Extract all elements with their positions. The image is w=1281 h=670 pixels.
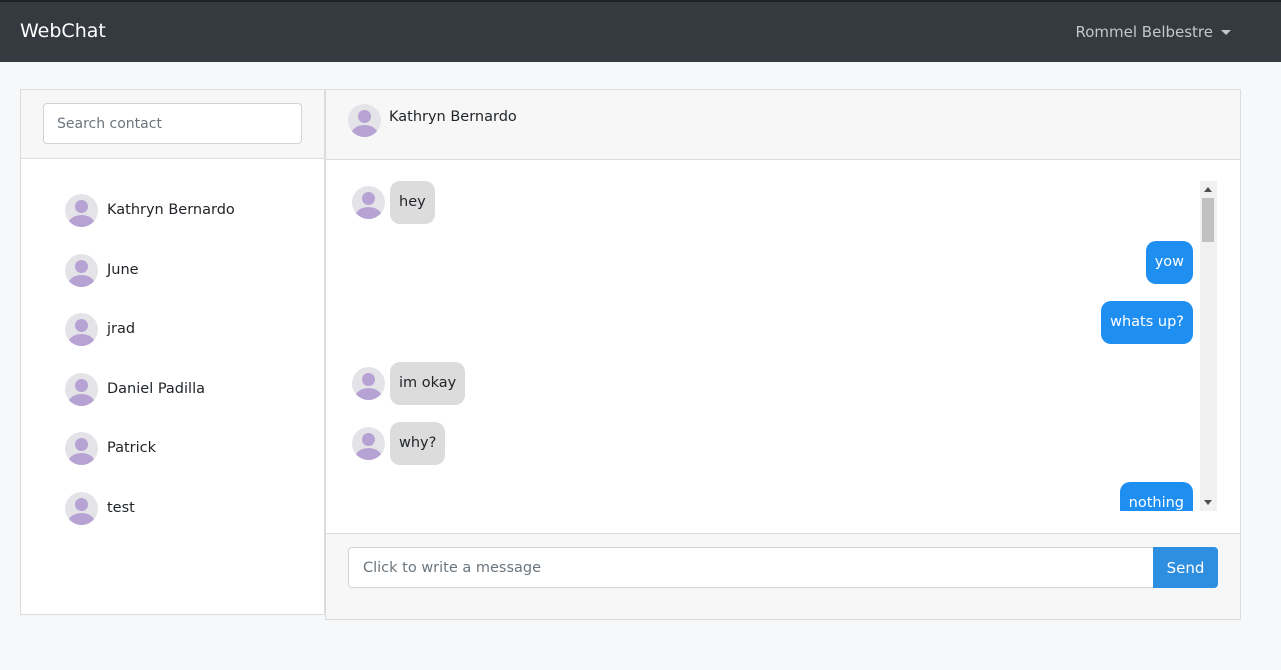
contact-item[interactable]: Patrick bbox=[65, 431, 156, 465]
contact-item[interactable]: test bbox=[65, 491, 135, 525]
message-bubble: hey bbox=[390, 181, 435, 224]
chat-header: Kathryn Bernardo bbox=[326, 90, 1240, 160]
contact-name: Patrick bbox=[107, 440, 157, 456]
message-incoming: why? bbox=[352, 422, 446, 465]
send-button[interactable]: Send bbox=[1153, 547, 1218, 588]
message-composer: Send bbox=[326, 533, 1240, 619]
message-bubble: im okay bbox=[390, 362, 466, 405]
user-avatar-icon bbox=[65, 253, 98, 287]
message-list: hey yow whats up? im okay why? nothing bbox=[348, 181, 1218, 511]
user-avatar-icon bbox=[65, 312, 98, 346]
message-incoming: im okay bbox=[352, 362, 466, 405]
user-menu-dropdown[interactable]: Rommel Belbestre bbox=[1075, 23, 1231, 41]
contact-name: Daniel Padilla bbox=[107, 381, 205, 397]
message-outgoing: yow bbox=[1145, 241, 1193, 284]
chat-contact-name: Kathryn Bernardo bbox=[389, 109, 517, 125]
brand-logo[interactable]: WebChat bbox=[20, 20, 106, 42]
top-navbar: WebChat Rommel Belbestre bbox=[0, 0, 1281, 62]
contact-item[interactable]: Kathryn Bernardo bbox=[65, 193, 235, 227]
user-avatar-icon bbox=[65, 372, 98, 406]
message-bubble: yow bbox=[1145, 241, 1193, 284]
message-bubble: why? bbox=[390, 422, 446, 465]
user-avatar-icon bbox=[352, 186, 385, 219]
message-outgoing: whats up? bbox=[1101, 301, 1193, 344]
message-input[interactable] bbox=[348, 547, 1154, 588]
message-bubble: whats up? bbox=[1101, 301, 1193, 344]
message-incoming: hey bbox=[352, 181, 435, 224]
contact-item[interactable]: Daniel Padilla bbox=[65, 372, 205, 406]
contact-item[interactable]: jrad bbox=[65, 312, 135, 346]
search-contact-input[interactable] bbox=[43, 103, 302, 144]
contact-name: Kathryn Bernardo bbox=[107, 202, 235, 218]
contacts-header bbox=[21, 90, 324, 159]
contacts-panel: Kathryn Bernardo June jrad Daniel Padill… bbox=[20, 89, 325, 615]
message-scrollbar[interactable] bbox=[1200, 181, 1217, 511]
caret-down-icon bbox=[1221, 29, 1231, 35]
chat-panel: Kathryn Bernardo hey yow whats up? im ok… bbox=[325, 89, 1241, 620]
user-avatar-icon bbox=[348, 104, 381, 137]
scroll-down-arrow-icon[interactable] bbox=[1204, 500, 1212, 505]
user-avatar-icon bbox=[65, 491, 98, 525]
scroll-thumb[interactable] bbox=[1202, 198, 1214, 242]
message-outgoing: nothing bbox=[1119, 482, 1193, 511]
message-bubble: nothing bbox=[1119, 482, 1193, 511]
contact-name: June bbox=[107, 262, 139, 278]
contact-item[interactable]: June bbox=[65, 253, 139, 287]
user-avatar-icon bbox=[65, 431, 98, 465]
user-name: Rommel Belbestre bbox=[1075, 23, 1213, 41]
contact-name: jrad bbox=[107, 321, 136, 337]
contact-name: test bbox=[107, 500, 135, 516]
user-avatar-icon bbox=[65, 193, 98, 227]
user-avatar-icon bbox=[352, 427, 385, 460]
user-avatar-icon bbox=[352, 367, 385, 400]
scroll-up-arrow-icon[interactable] bbox=[1204, 187, 1212, 192]
